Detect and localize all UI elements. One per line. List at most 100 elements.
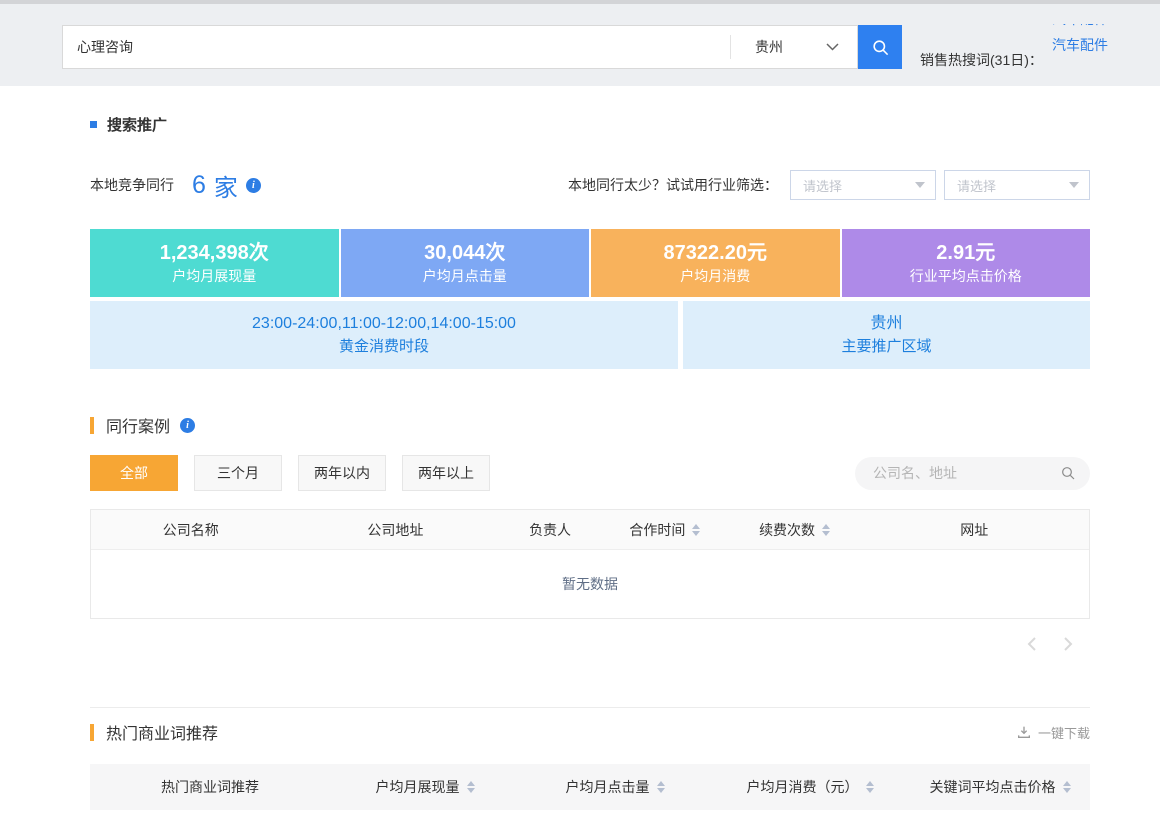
filter-tab-within-two-years[interactable]: 两年以内 xyxy=(298,455,386,491)
keyword-search-input[interactable] xyxy=(63,26,730,68)
stat-number: 87322.20 xyxy=(664,242,747,264)
column-header-company-address: 公司地址 xyxy=(291,520,501,540)
main-region-value: 贵州 xyxy=(870,312,902,336)
stat-value: 30,044次 xyxy=(424,240,505,266)
stat-card-impressions: 1,234,398次 户均月展现量 xyxy=(90,229,339,297)
section-divider xyxy=(90,707,1090,708)
column-header-cooperation-time[interactable]: 合作时间 xyxy=(600,520,730,540)
local-competition: 本地竞争同行 6 家 i xyxy=(90,168,261,203)
golden-time-value: 23:00-24:00,11:00-12:00,14:00-15:00 xyxy=(252,312,516,336)
search-icon[interactable] xyxy=(1060,465,1076,481)
search-promo-header: 搜索推广 xyxy=(90,114,1090,135)
stat-suffix: 元 xyxy=(747,242,767,264)
stat-suffix: 次 xyxy=(249,242,269,264)
sort-icon[interactable] xyxy=(866,781,874,793)
industry-filter-group: 本地同行太少？试试用行业筛选： 请选择 请选择 xyxy=(568,170,1090,200)
column-label: 负责人 xyxy=(529,520,571,540)
competitor-count: 6 xyxy=(192,171,206,200)
cases-table-header: 公司名称 公司地址 负责人 合作时间 续费次数 网址 xyxy=(91,510,1089,550)
main-content: 搜索推广 本地竞争同行 6 家 i 本地同行太少？试试用行业筛选： 请选择 请选… xyxy=(90,114,1090,818)
previous-page-icon[interactable] xyxy=(1024,635,1042,653)
column-header-monthly-clicks[interactable]: 户均月点击量 xyxy=(520,777,710,797)
search-box: 贵州 xyxy=(62,25,858,69)
filter-tab-over-two-years[interactable]: 两年以上 xyxy=(402,455,490,491)
hot-word-link-previous[interactable]: 汽车配件 xyxy=(1052,24,1152,32)
orange-bar-icon xyxy=(90,417,94,434)
company-search-box xyxy=(855,457,1090,490)
column-label: 续费次数 xyxy=(759,520,815,540)
empty-state-text: 暂无数据 xyxy=(562,574,618,594)
column-header-keyword-avg-click-price[interactable]: 关键词平均点击价格 xyxy=(910,777,1090,797)
column-label: 公司地址 xyxy=(367,520,423,540)
filter-tab-all[interactable]: 全部 xyxy=(90,455,178,491)
caret-down-icon xyxy=(1069,182,1079,188)
cases-section-title: 同行案例 xyxy=(106,413,170,437)
page: 贵州 销售热搜词(31日)： 汽车配件 汽车配件 搜索推广 本地竞争同行 6 家… xyxy=(0,0,1160,818)
filter-tab-three-months[interactable]: 三个月 xyxy=(194,455,282,491)
competition-row: 本地竞争同行 6 家 i 本地同行太少？试试用行业筛选： 请选择 请选择 xyxy=(90,167,1090,203)
industry-filter-hint: 本地同行太少？试试用行业筛选： xyxy=(568,175,778,195)
stat-number: 1,234,398 xyxy=(160,242,249,264)
sort-icon[interactable] xyxy=(467,781,475,793)
industry-select-level1[interactable]: 请选择 xyxy=(790,170,936,200)
next-page-icon[interactable] xyxy=(1058,635,1076,653)
competitor-count-unit: 家 xyxy=(214,168,238,203)
download-label: 一键下载 xyxy=(1038,723,1090,742)
column-label: 户均月点击量 xyxy=(566,777,650,797)
column-label: 公司名称 xyxy=(163,520,219,540)
stat-label: 行业平均点击价格 xyxy=(910,266,1022,286)
sort-icon[interactable] xyxy=(692,524,700,536)
golden-time-strip: 23:00-24:00,11:00-12:00,14:00-15:00 黄金消费… xyxy=(90,301,678,369)
stat-card-spend: 87322.20元 户均月消费 xyxy=(591,229,840,297)
stat-suffix: 元 xyxy=(975,242,995,264)
stat-label: 户均月展现量 xyxy=(172,266,256,286)
column-label: 关键词平均点击价格 xyxy=(930,777,1056,797)
cases-table: 公司名称 公司地址 负责人 合作时间 续费次数 网址 暂无数据 xyxy=(90,509,1090,619)
stat-card-clicks: 30,044次 户均月点击量 xyxy=(341,229,590,297)
main-region-strip: 贵州 主要推广区域 xyxy=(683,301,1090,369)
stat-cards: 1,234,398次 户均月展现量 30,044次 户均月点击量 87322.2… xyxy=(90,229,1090,297)
column-label: 户均月消费（元） xyxy=(747,777,859,797)
column-header-monthly-impressions[interactable]: 户均月展现量 xyxy=(330,777,520,797)
search-icon xyxy=(871,38,890,57)
column-header-website: 网址 xyxy=(859,520,1089,540)
hotwords-section-title: 热门商业词推荐 xyxy=(106,720,218,744)
hot-word-link[interactable]: 汽车配件 xyxy=(1052,32,1152,58)
golden-time-label: 黄金消费时段 xyxy=(339,336,429,358)
stat-value: 2.91元 xyxy=(936,240,995,266)
region-dropdown[interactable]: 贵州 xyxy=(731,26,857,68)
chevron-down-icon xyxy=(826,43,839,51)
stat-number: 30,044 xyxy=(424,242,485,264)
column-header-monthly-spend[interactable]: 户均月消费（元） xyxy=(710,777,910,797)
hot-words-carousel: 汽车配件 汽车配件 xyxy=(1052,24,1152,72)
hotwords-title: 热门商业词推荐 xyxy=(90,720,218,744)
column-label: 户均月展现量 xyxy=(376,777,460,797)
sort-icon[interactable] xyxy=(1063,781,1071,793)
hotwords-table-body xyxy=(90,810,1090,818)
stat-suffix: 次 xyxy=(485,242,505,264)
industry-select-level2[interactable]: 请选择 xyxy=(944,170,1090,200)
square-bullet-icon xyxy=(90,121,97,128)
search-button[interactable] xyxy=(858,25,902,69)
main-region-label: 主要推广区域 xyxy=(841,336,931,358)
column-header-hot-word: 热门商业词推荐 xyxy=(90,777,330,797)
local-competition-label: 本地竞争同行 xyxy=(90,175,174,195)
sort-icon[interactable] xyxy=(822,524,830,536)
stat-value: 1,234,398次 xyxy=(160,240,269,266)
info-icon[interactable]: i xyxy=(246,178,261,193)
select-placeholder: 请选择 xyxy=(957,176,996,195)
stat-label: 户均月点击量 xyxy=(423,266,507,286)
caret-down-icon xyxy=(915,182,925,188)
download-icon xyxy=(1016,724,1032,740)
info-icon[interactable]: i xyxy=(180,418,195,433)
column-header-renewals[interactable]: 续费次数 xyxy=(730,520,860,540)
stat-label: 户均月消费 xyxy=(680,266,750,286)
sort-icon[interactable] xyxy=(657,781,665,793)
search-promo-title: 搜索推广 xyxy=(107,114,167,135)
column-label: 合作时间 xyxy=(629,520,685,540)
hotwords-table: 热门商业词推荐 户均月展现量 户均月点击量 户均月消费（元） 关键词平均点击价格 xyxy=(90,764,1090,818)
one-click-download-button[interactable]: 一键下载 xyxy=(1016,723,1090,742)
company-search-input[interactable] xyxy=(873,465,1060,481)
column-header-person: 负责人 xyxy=(500,520,600,540)
hotwords-section-header: 热门商业词推荐 一键下载 xyxy=(90,720,1090,744)
